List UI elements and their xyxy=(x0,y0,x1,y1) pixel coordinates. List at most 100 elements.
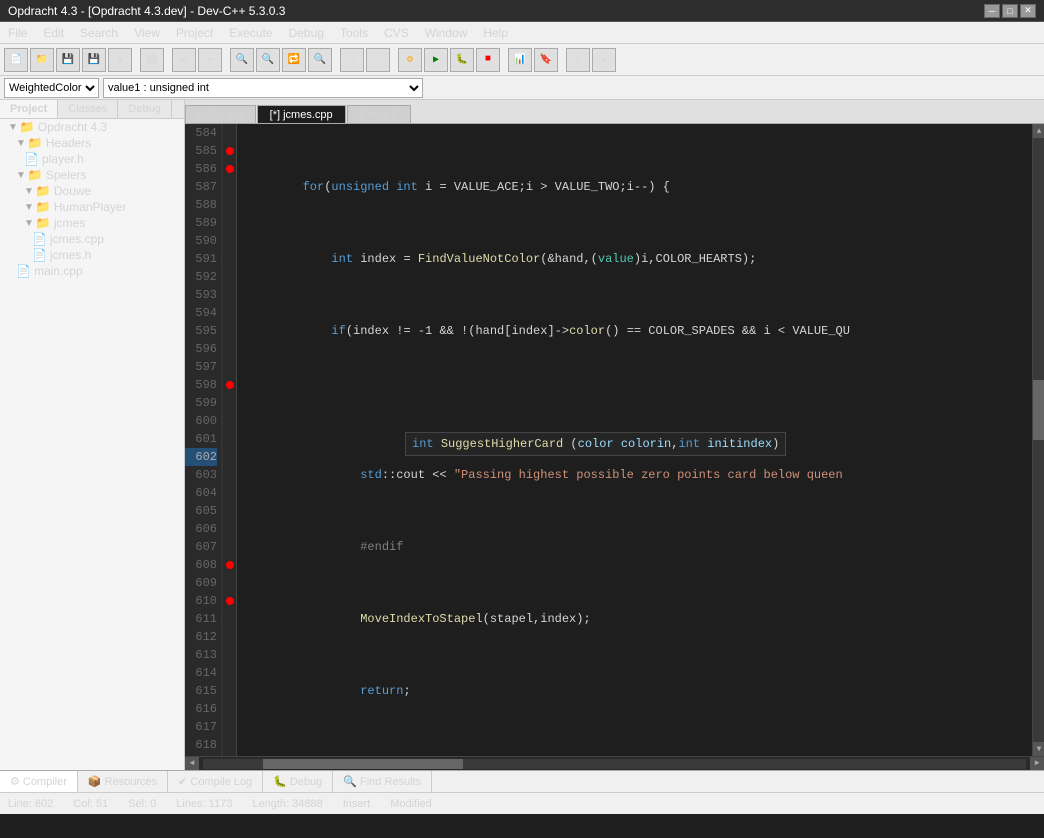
tree-label: Spelers xyxy=(46,168,87,182)
file-tabs: main.cpp [*] jcmes.cpp jcmes.h xyxy=(185,100,1044,124)
expand-icon: ▼ xyxy=(8,122,18,133)
menu-file[interactable]: File xyxy=(0,22,35,43)
vertical-scrollbar[interactable]: ▲ ▼ xyxy=(1032,124,1044,756)
sidebar-tabs: Project Classes Debug xyxy=(0,100,184,119)
menu-bar: File Edit Search View Project Execute De… xyxy=(0,22,1044,44)
tree-item-humanplayer[interactable]: ▼ 📁 HumanPlayer xyxy=(0,199,184,215)
tree-label: Douwe xyxy=(54,184,91,198)
folder-icon: 📁 xyxy=(28,168,43,182)
tree-item-douwe[interactable]: ▼ 📁 Douwe xyxy=(0,183,184,199)
bookmarks-button[interactable]: 🔖 xyxy=(534,48,558,72)
menu-help[interactable]: Help xyxy=(475,22,516,43)
breakpoint-column xyxy=(223,124,237,756)
save-button[interactable]: 💾 xyxy=(56,48,80,72)
sidebar-tab-project[interactable]: Project xyxy=(0,100,58,118)
sidebar-tab-debug[interactable]: Debug xyxy=(118,100,171,118)
tab-jcmescpp[interactable]: [*] jcmes.cpp xyxy=(257,105,346,123)
bottom-tab-debug[interactable]: 🐛 Debug xyxy=(263,771,333,792)
tree-item-jcmesh[interactable]: 📄 jcmes.h xyxy=(0,247,184,263)
menu-search[interactable]: Search xyxy=(72,22,126,43)
resources-icon: 📦 xyxy=(88,775,102,788)
scroll-track[interactable] xyxy=(203,759,1026,769)
maximize-button[interactable]: □ xyxy=(1002,4,1018,18)
redo-button[interactable]: ↪ xyxy=(198,48,222,72)
bottom-tab-compiler[interactable]: ⚙ Compiler xyxy=(0,771,78,792)
step-into-button[interactable]: ↘ xyxy=(592,48,616,72)
debug-icon: 🐛 xyxy=(273,775,287,788)
save-all-button[interactable]: 💾 xyxy=(82,48,106,72)
indent-button[interactable]: → xyxy=(340,48,364,72)
stop-button[interactable]: ■ xyxy=(476,48,500,72)
folder-icon: 📁 xyxy=(36,200,51,214)
undo-button[interactable]: ↩ xyxy=(172,48,196,72)
window-controls[interactable]: ─ □ ✕ xyxy=(984,4,1036,18)
toolbar: 📄 📁 💾 💾 ✕ 🖨 ↩ ↪ 🔍 🔍 🔁 🔍 → ← ⚙ ▶ 🐛 ■ 📊 🔖 … xyxy=(0,44,1044,76)
open-button[interactable]: 📁 xyxy=(30,48,54,72)
sidebar-tab-classes[interactable]: Classes xyxy=(58,100,118,118)
code-line-588: std::cout << "Passing highest possible z… xyxy=(241,466,1032,484)
menu-debug[interactable]: Debug xyxy=(281,22,332,43)
file-icon: 📄 xyxy=(16,264,31,278)
menu-cvs[interactable]: CVS xyxy=(376,22,417,43)
tree-item-maincpp[interactable]: 📄 main.cpp xyxy=(0,263,184,279)
code-line-586: if(index != -1 && !(hand[index]->color()… xyxy=(241,322,1032,340)
find-files-button[interactable]: 🔍 xyxy=(308,48,332,72)
member-dropdown[interactable]: value1 : unsigned int xyxy=(103,78,423,98)
tree-item-playerh[interactable]: 📄 player.h xyxy=(0,151,184,167)
tree-item-headers[interactable]: ▼ 📁 Headers xyxy=(0,135,184,151)
close-button[interactable]: ✕ xyxy=(108,48,132,72)
scroll-left[interactable]: ◄ xyxy=(185,757,199,771)
compile-button[interactable]: ⚙ xyxy=(398,48,422,72)
menu-tools[interactable]: Tools xyxy=(332,22,376,43)
code-content[interactable]: for(unsigned int i = VALUE_ACE;i > VALUE… xyxy=(237,124,1032,756)
code-line-587 xyxy=(241,394,1032,412)
horizontal-scrollbar[interactable]: ◄ ► xyxy=(185,756,1044,770)
code-line-584: for(unsigned int i = VALUE_ACE;i > VALUE… xyxy=(241,178,1032,196)
status-bar: Line: 602 Col: 51 Sel: 0 Lines: 1173 Len… xyxy=(0,792,1044,814)
file-icon: 📄 xyxy=(24,152,39,166)
expand-icon: ▼ xyxy=(24,186,34,197)
menu-project[interactable]: Project xyxy=(168,22,221,43)
dropdown-bar: WeightedColor value1 : unsigned int xyxy=(0,76,1044,100)
scroll-thumb[interactable] xyxy=(263,759,463,769)
step-over-button[interactable]: ↓ xyxy=(566,48,590,72)
bottom-tab-compilelog[interactable]: ✔ Compile Log xyxy=(168,771,263,792)
menu-edit[interactable]: Edit xyxy=(35,22,72,43)
tree-item-jcmes[interactable]: ▼ 📁 jcmes xyxy=(0,215,184,231)
profile-button[interactable]: 📊 xyxy=(508,48,532,72)
tree-root: ▼ 📁 Opdracht 4.3 ▼ 📁 Headers 📄 player.h … xyxy=(0,119,184,279)
bottom-tab-resources[interactable]: 📦 Resources xyxy=(78,771,168,792)
file-icon: 📄 xyxy=(32,232,47,246)
find-next-button[interactable]: 🔍 xyxy=(256,48,280,72)
close-button[interactable]: ✕ xyxy=(1020,4,1036,18)
debug-button[interactable]: 🐛 xyxy=(450,48,474,72)
compilelog-icon: ✔ xyxy=(178,775,187,788)
scroll-right[interactable]: ► xyxy=(1030,757,1044,771)
tab-jcmesh[interactable]: jcmes.h xyxy=(347,105,411,123)
unindent-button[interactable]: ← xyxy=(366,48,390,72)
code-line-585: int index = FindValueNotColor(&hand,(val… xyxy=(241,250,1032,268)
print-button[interactable]: 🖨 xyxy=(140,48,164,72)
run-button[interactable]: ▶ xyxy=(424,48,448,72)
class-dropdown[interactable]: WeightedColor xyxy=(4,78,99,98)
tree-item-spelers[interactable]: ▼ 📁 Spelers xyxy=(0,167,184,183)
menu-view[interactable]: View xyxy=(126,22,168,43)
status-line: Line: 602 xyxy=(8,798,53,810)
replace-button[interactable]: 🔁 xyxy=(282,48,306,72)
find-button[interactable]: 🔍 xyxy=(230,48,254,72)
menu-execute[interactable]: Execute xyxy=(221,22,280,43)
minimize-button[interactable]: ─ xyxy=(984,4,1000,18)
tree-item-jcmescpp[interactable]: 📄 jcmes.cpp xyxy=(0,231,184,247)
tab-maincpp[interactable]: main.cpp xyxy=(185,105,256,123)
new-button[interactable]: 📄 xyxy=(4,48,28,72)
file-icon: 📄 xyxy=(32,248,47,262)
bottom-tab-findresults[interactable]: 🔍 Find Results xyxy=(333,771,432,792)
findresults-icon: 🔍 xyxy=(343,775,357,788)
main-layout: Project Classes Debug ▼ 📁 Opdracht 4.3 ▼… xyxy=(0,100,1044,770)
tree-label: player.h xyxy=(42,152,84,166)
tree-label: HumanPlayer xyxy=(54,200,127,214)
menu-window[interactable]: Window xyxy=(417,22,476,43)
tree-label: Headers xyxy=(46,136,91,150)
code-editor[interactable]: 584 585 586 587 588 589 590 591 592 593 … xyxy=(185,124,1044,756)
tree-item-project[interactable]: ▼ 📁 Opdracht 4.3 xyxy=(0,119,184,135)
